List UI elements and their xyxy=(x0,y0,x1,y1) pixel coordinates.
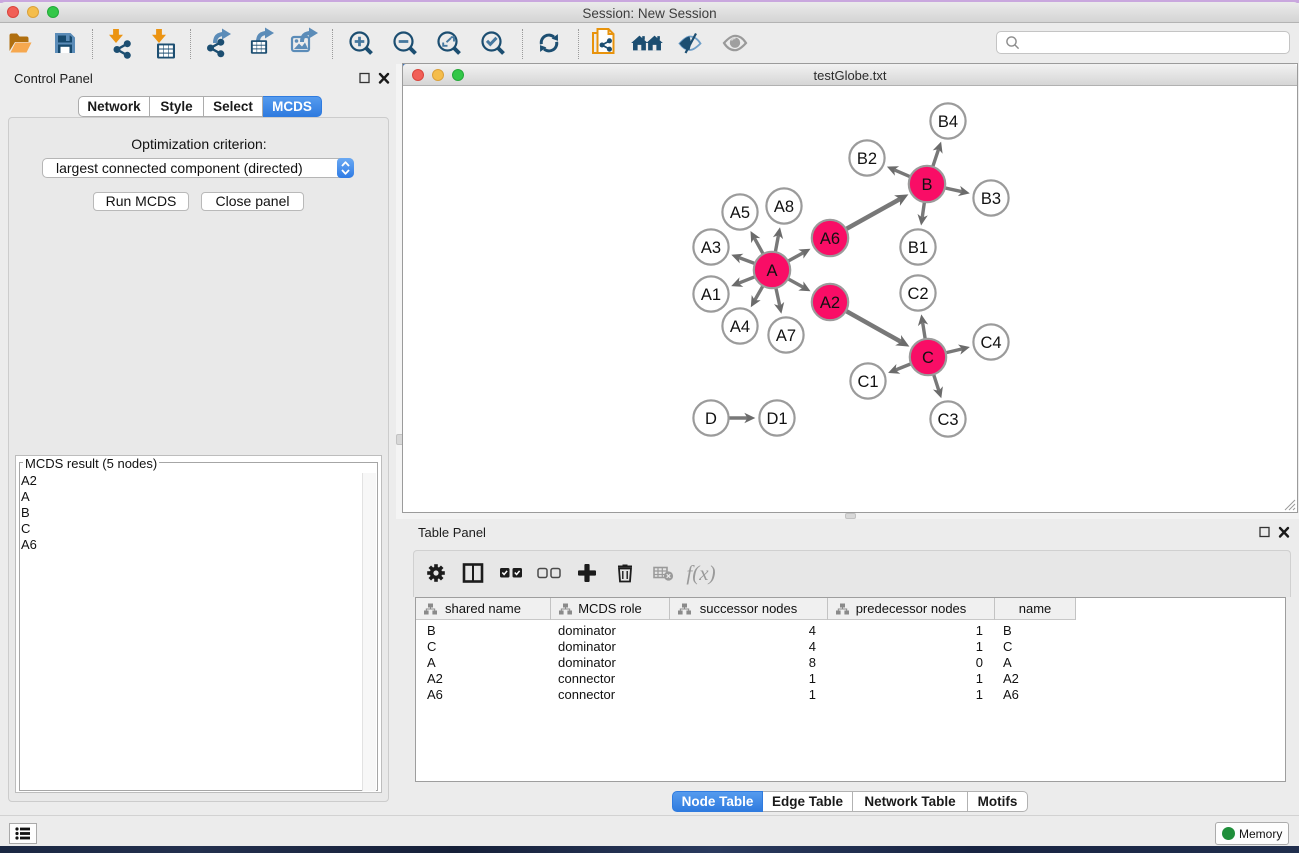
svg-text:f(x): f(x) xyxy=(686,561,715,585)
svg-text:C3: C3 xyxy=(937,411,958,429)
svg-text:C2: C2 xyxy=(907,285,928,303)
svg-text:A8: A8 xyxy=(774,198,794,216)
svg-text:A1: A1 xyxy=(701,286,721,304)
svg-text:B4: B4 xyxy=(938,113,958,131)
svg-text:A3: A3 xyxy=(701,239,721,257)
svg-text:B3: B3 xyxy=(981,190,1001,208)
svg-text:B2: B2 xyxy=(857,150,877,168)
svg-text:B: B xyxy=(921,176,932,194)
svg-text:D: D xyxy=(705,410,717,428)
svg-text:D1: D1 xyxy=(766,410,787,428)
svg-text:A4: A4 xyxy=(730,318,750,336)
svg-text:C1: C1 xyxy=(857,373,878,391)
svg-text:A5: A5 xyxy=(730,204,750,222)
svg-text:C4: C4 xyxy=(980,334,1001,352)
svg-text:A: A xyxy=(766,262,777,280)
svg-text:A6: A6 xyxy=(820,230,840,248)
svg-text:C: C xyxy=(922,349,934,367)
svg-text:A7: A7 xyxy=(776,327,796,345)
svg-text:A2: A2 xyxy=(820,294,840,312)
svg-text:B1: B1 xyxy=(908,239,928,257)
